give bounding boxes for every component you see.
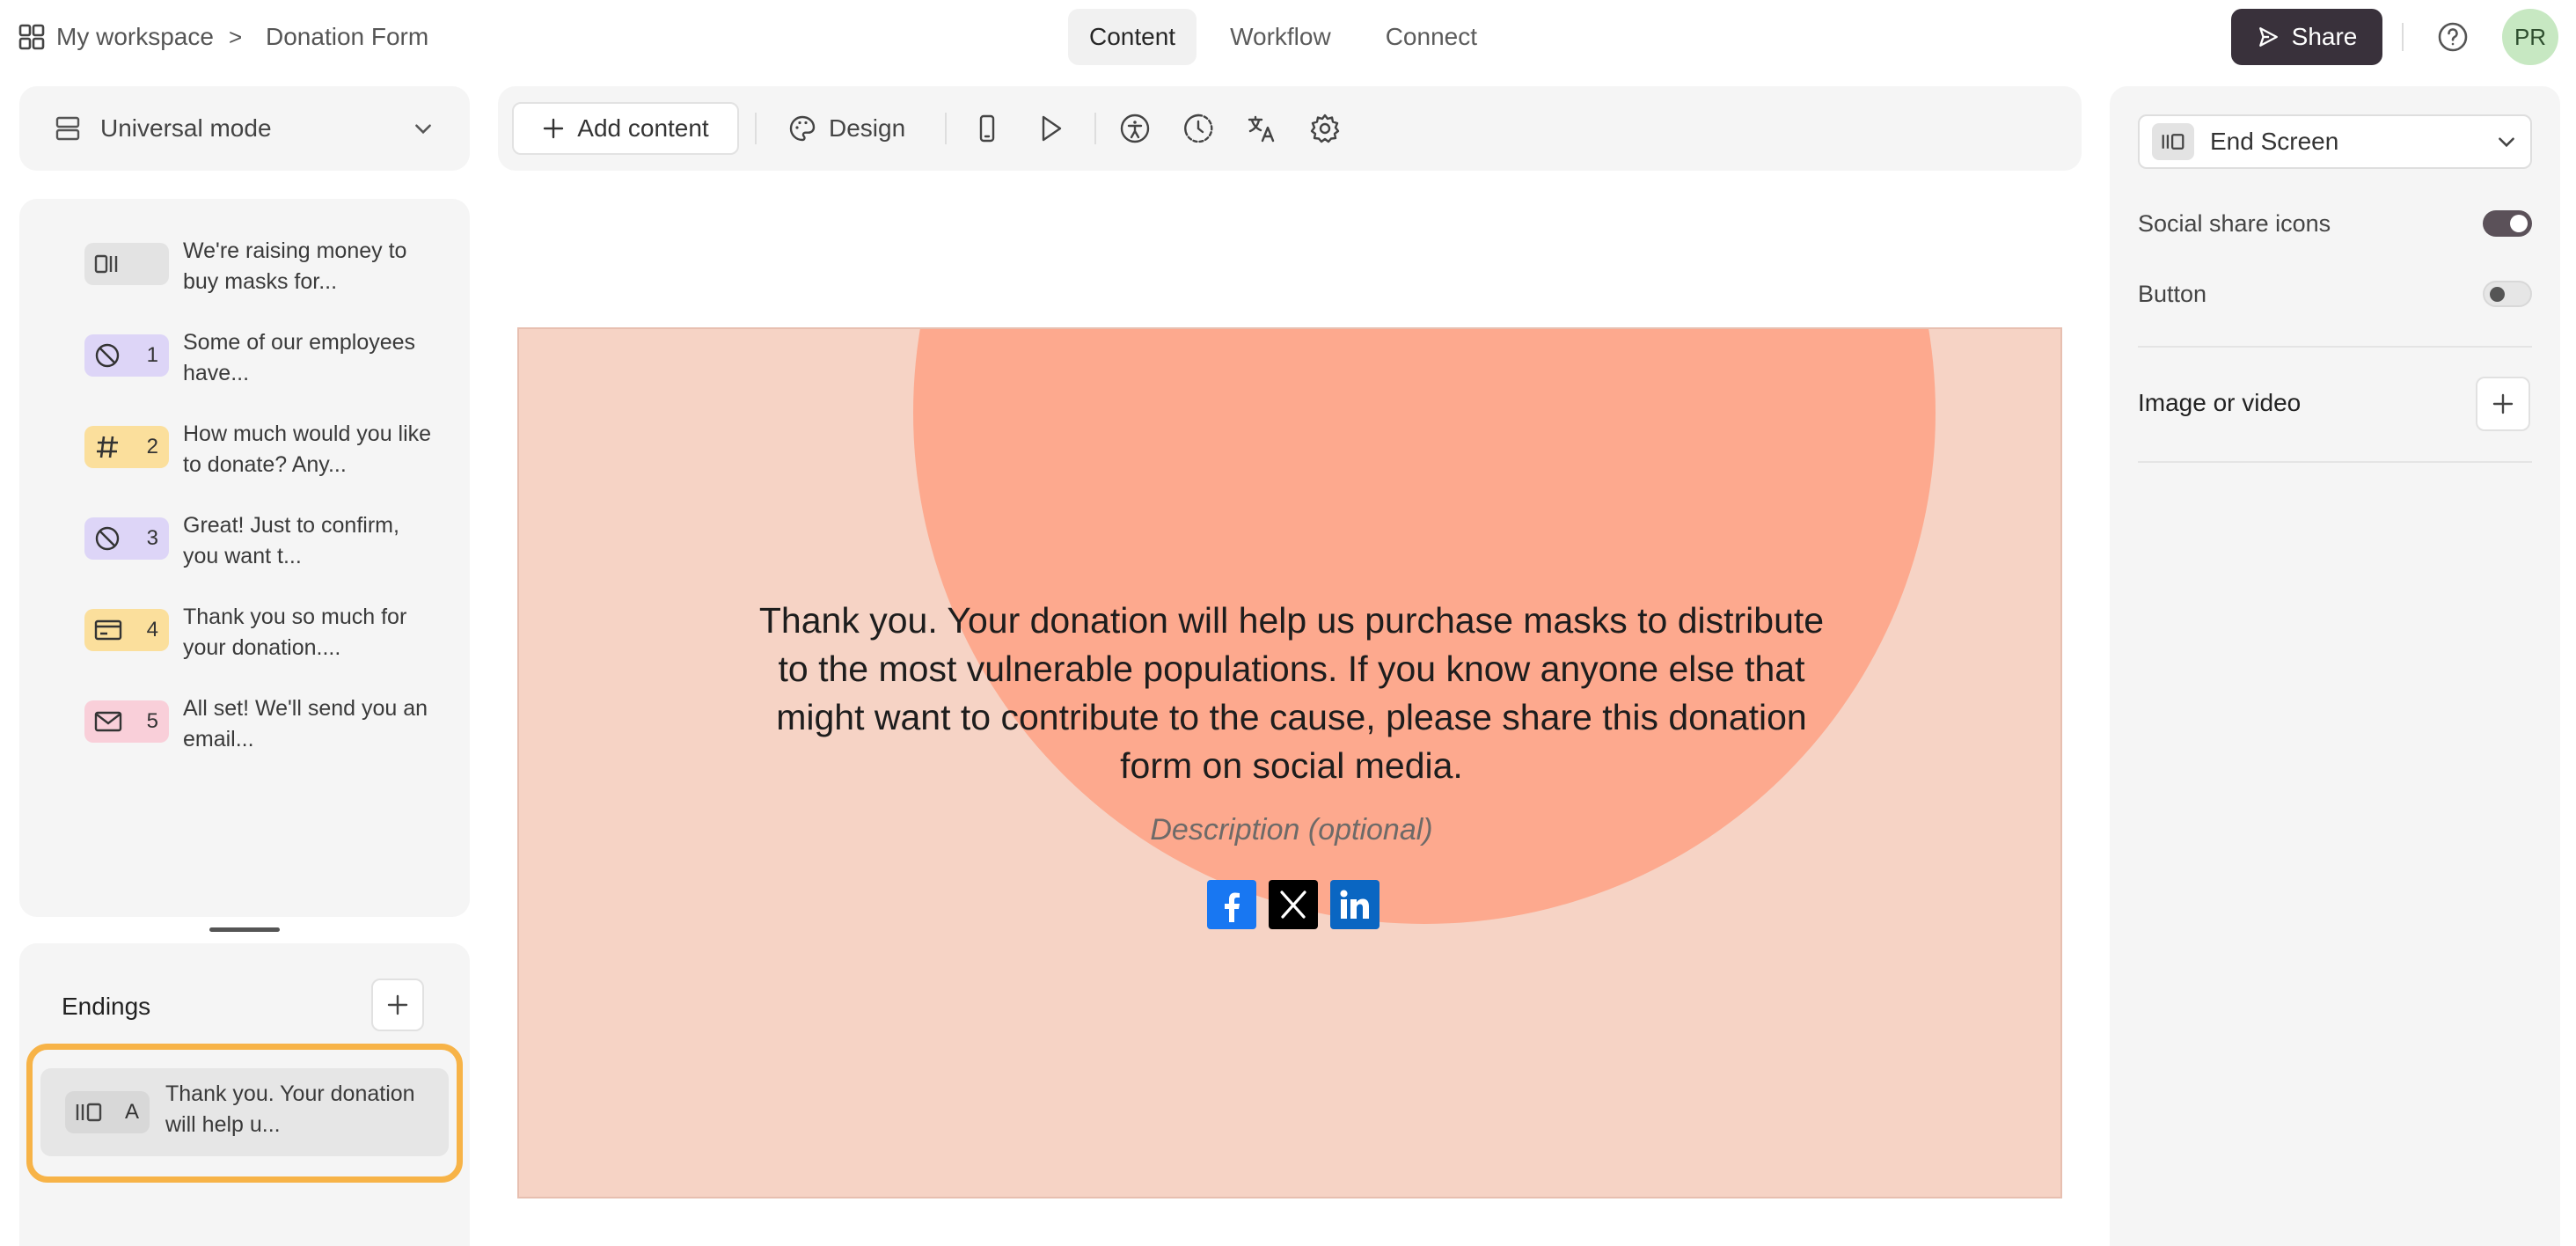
settings-icon[interactable] — [1309, 113, 1341, 144]
question-badge: 5 — [84, 700, 169, 743]
breadcrumb-separator: > — [229, 23, 243, 50]
question-text: How much would you like to donate? Any..… — [183, 421, 432, 477]
section-divider — [2138, 346, 2532, 348]
toolbar-divider — [945, 113, 947, 144]
question-badge: 2 — [84, 426, 169, 468]
plus-icon — [544, 118, 564, 139]
help-icon[interactable] — [2437, 21, 2469, 53]
design-button[interactable]: Design — [788, 102, 905, 155]
settings-panel: End Screen Social share icons Button Ima… — [2110, 86, 2560, 1246]
facebook-icon[interactable] — [1207, 880, 1256, 929]
share-button[interactable]: Share — [2231, 9, 2382, 65]
palette-icon — [789, 115, 816, 142]
ending-item[interactable]: A Thank you. Your donation will help u..… — [40, 1068, 449, 1156]
apps-grid-icon[interactable] — [18, 23, 46, 51]
screen-type-label: End Screen — [2210, 128, 2339, 155]
statement-icon — [94, 254, 118, 274]
plus-icon — [387, 994, 408, 1015]
screen-type-dropdown[interactable]: End Screen — [2138, 114, 2532, 169]
email-icon — [94, 711, 122, 732]
main-tabs: Content Workflow Connect — [1068, 9, 1498, 65]
image-video-label: Image or video — [2138, 389, 2302, 416]
editor-toolbar: Add content Design — [498, 86, 2082, 171]
layout-icon — [55, 116, 80, 141]
ending-badge: A — [65, 1091, 150, 1133]
add-image-video-button[interactable] — [2476, 377, 2530, 431]
toolbar-divider — [755, 113, 757, 144]
social-share-toggle[interactable] — [2483, 210, 2532, 237]
question-text: All set! We'll send you an email... — [183, 696, 428, 751]
add-content-label: Add content — [577, 114, 709, 142]
question-text: Some of our employees have... — [183, 330, 416, 385]
question-badge — [84, 243, 169, 285]
button-toggle[interactable] — [2483, 281, 2532, 307]
button-setting: Button — [2138, 276, 2532, 312]
loading-time-icon[interactable] — [1182, 113, 1214, 144]
ending-text: Thank you. Your donation will help u... — [165, 1081, 415, 1137]
question-text: Great! Just to confirm, you want t... — [183, 513, 399, 568]
question-text: We're raising money to buy masks for... — [183, 238, 407, 294]
end-screen-description[interactable]: Description (optional) — [924, 813, 1659, 847]
mobile-preview-icon[interactable] — [971, 113, 1003, 144]
list-item[interactable]: 2 How much would you like to donate? Any… — [55, 408, 442, 486]
ending-letter: A — [124, 1100, 139, 1124]
question-number: 2 — [146, 435, 158, 458]
question-text: Thank you so much for your donation.... — [183, 605, 407, 660]
list-item[interactable]: 4 Thank you so much for your donation...… — [55, 591, 442, 669]
add-ending-button[interactable] — [371, 978, 424, 1031]
end-screen-icon — [76, 1103, 102, 1122]
end-screen-preview: Thank you. Your donation will help us pu… — [517, 327, 2062, 1198]
tab-connect[interactable]: Connect — [1365, 9, 1498, 65]
social-share-setting: Social share icons — [2138, 206, 2532, 241]
end-screen-icon — [2152, 123, 2194, 160]
question-list: We're raising money to buy masks for... … — [19, 199, 470, 917]
list-item[interactable]: 1 Some of our employees have... — [55, 317, 442, 394]
question-badge: 3 — [84, 517, 169, 560]
question-number: 1 — [146, 343, 158, 367]
panel-resize-handle[interactable] — [209, 927, 280, 932]
linkedin-icon[interactable] — [1330, 880, 1379, 929]
header-divider — [2402, 23, 2404, 51]
legal-icon — [95, 526, 120, 551]
end-screen-title[interactable]: Thank you. Your donation will help us pu… — [748, 597, 1835, 790]
button-setting-label: Button — [2138, 280, 2207, 307]
list-item[interactable]: 5 All set! We'll send you an email... — [55, 683, 442, 760]
list-item[interactable]: 3 Great! Just to confirm, you want t... — [55, 500, 442, 577]
breadcrumb-workspace[interactable]: My workspace — [56, 19, 214, 55]
chevron-down-icon — [415, 124, 431, 135]
top-bar: My workspace > Donation Form Content Wor… — [0, 0, 2576, 74]
question-number: 3 — [146, 526, 158, 550]
question-number: 5 — [146, 709, 158, 733]
tab-workflow[interactable]: Workflow — [1209, 9, 1352, 65]
mode-label: Universal mode — [100, 114, 272, 142]
mode-selector[interactable]: Universal mode — [19, 86, 470, 171]
plus-icon — [2492, 393, 2514, 414]
send-icon — [2258, 27, 2278, 47]
payment-icon — [94, 619, 122, 641]
x-icon[interactable] — [1269, 880, 1318, 929]
play-icon[interactable] — [1035, 113, 1066, 144]
tab-content[interactable]: Content — [1068, 9, 1197, 65]
accessibility-icon[interactable] — [1119, 113, 1151, 144]
list-item[interactable]: We're raising money to buy masks for... — [55, 225, 442, 303]
avatar[interactable]: PR — [2502, 9, 2558, 65]
translate-icon[interactable] — [1246, 113, 1277, 144]
section-divider — [2138, 461, 2532, 463]
chevron-down-icon — [2499, 137, 2514, 148]
question-badge: 1 — [84, 334, 169, 377]
add-content-button[interactable]: Add content — [512, 102, 739, 155]
breadcrumb-form-name[interactable]: Donation Form — [266, 19, 428, 55]
endings-title: Endings — [62, 993, 151, 1020]
number-icon — [97, 436, 118, 458]
question-badge: 4 — [84, 609, 169, 651]
social-share-icons — [1207, 880, 1379, 929]
share-button-label: Share — [2291, 23, 2358, 50]
legal-icon — [95, 343, 120, 368]
design-label: Design — [829, 114, 906, 142]
question-number: 4 — [146, 618, 158, 641]
social-share-label: Social share icons — [2138, 209, 2331, 237]
toolbar-divider — [1094, 113, 1096, 144]
